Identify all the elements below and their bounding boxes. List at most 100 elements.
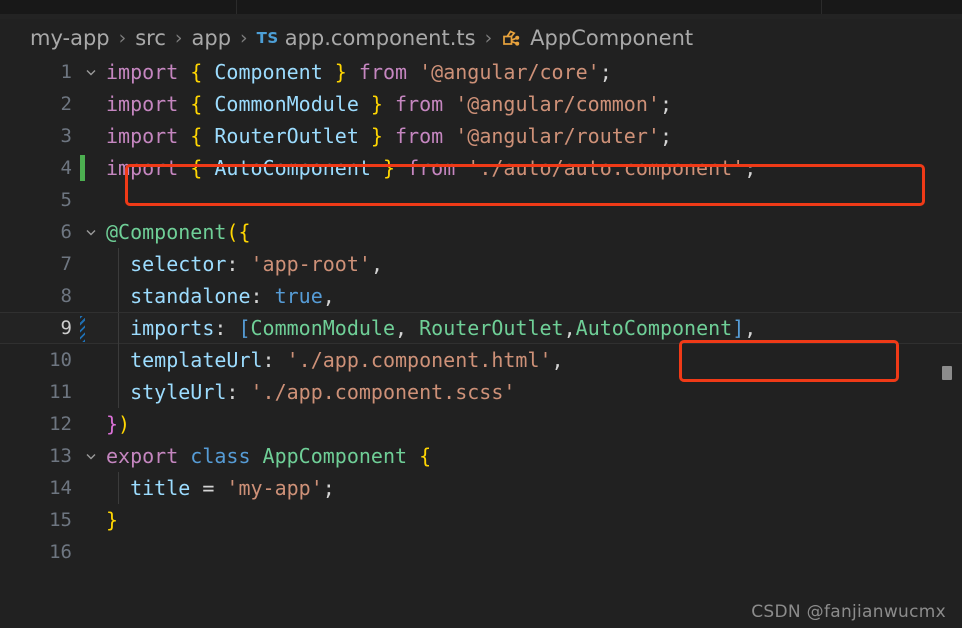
code-line[interactable]: 5	[0, 184, 962, 216]
breadcrumb-item-project[interactable]: my-app	[30, 26, 110, 50]
token-property: title	[106, 476, 191, 500]
token-punctuation: ;	[744, 156, 757, 180]
code-line[interactable]: 15 }	[0, 504, 962, 536]
token-identifier: Component	[214, 60, 323, 84]
token-boolean: true	[274, 284, 323, 308]
token-class-name: AppComponent	[262, 444, 408, 468]
tab-slot-3[interactable]	[822, 0, 962, 14]
tab-slot-1[interactable]	[0, 0, 237, 14]
breadcrumb-separator-icon: ›	[484, 26, 493, 49]
watermark: CSDN @fanjianwucmx	[751, 602, 946, 622]
token-brace: {	[238, 220, 251, 244]
line-number: 4	[60, 157, 72, 179]
breadcrumb-item-file[interactable]: app.component.ts	[285, 26, 476, 50]
code-line[interactable]: 13 export class AppComponent {	[0, 440, 962, 472]
code-content: imports: [CommonModule, RouterOutlet,Aut…	[104, 312, 962, 344]
token-brace: {	[190, 156, 215, 180]
code-line[interactable]: 8 standalone: true,	[0, 280, 962, 339]
line-number: 14	[49, 477, 72, 499]
token-punctuation: :	[262, 348, 287, 372]
code-line[interactable]: 2 import { CommonModule } from '@angular…	[0, 88, 962, 120]
line-number: 7	[60, 253, 72, 275]
token-brace: }	[358, 124, 383, 148]
token-identifier: AutoComponent	[214, 156, 371, 180]
code-content: templateUrl: './app.component.html',	[104, 344, 962, 376]
line-number: 3	[60, 125, 72, 147]
token-keyword: import	[106, 124, 191, 148]
code-line[interactable]: 1 import { Component } from '@angular/co…	[0, 56, 962, 88]
code-line[interactable]: 4 import { AutoComponent } from './auto/…	[0, 152, 962, 184]
token-keyword: from	[382, 92, 456, 116]
token-bracket: ]	[732, 316, 745, 340]
token-punctuation: ;	[659, 124, 672, 148]
breadcrumb-separator-icon: ›	[240, 26, 248, 49]
code-content: @Component({	[104, 216, 962, 248]
token-punctuation: :	[226, 380, 251, 404]
line-number: 9	[60, 317, 72, 339]
code-line[interactable]: 12 })	[0, 408, 962, 440]
gutter-added-marker	[80, 155, 85, 181]
line-number: 8	[60, 285, 72, 307]
code-line[interactable]: 7 selector: 'app-root',	[0, 248, 962, 280]
token-property: templateUrl	[106, 348, 263, 372]
editor-tab-strip[interactable]	[0, 0, 962, 14]
code-line[interactable]: 11 styleUrl: './app.component.scss'	[0, 376, 962, 408]
token-paren: )	[118, 412, 131, 436]
code-line[interactable]: 10 templateUrl: './app.component.html',	[0, 344, 962, 376]
overview-ruler-marker[interactable]	[942, 366, 952, 380]
breadcrumb-item-app[interactable]: app	[192, 26, 232, 50]
breadcrumb-item-src[interactable]: src	[135, 26, 166, 50]
token-identifier: CommonModule	[250, 316, 396, 340]
token-string: '@angular/router'	[455, 124, 660, 148]
token-string: './app.component.html'	[286, 348, 552, 372]
code-content: import { AutoComponent } from './auto/au…	[104, 152, 962, 184]
token-identifier: RouterOutlet	[419, 316, 564, 340]
token-bracket: [	[238, 316, 251, 340]
chevron-down-icon[interactable]	[78, 225, 104, 239]
chevron-down-icon[interactable]	[78, 449, 104, 463]
token-keyword: import	[106, 60, 191, 84]
code-line[interactable]: 3 import { RouterOutlet } from '@angular…	[0, 120, 962, 152]
token-brace: {	[190, 124, 215, 148]
line-number: 10	[49, 349, 72, 371]
token-punctuation: ;	[322, 476, 335, 500]
typescript-file-icon: TS	[256, 28, 279, 47]
token-property: imports	[106, 316, 215, 340]
token-punctuation: :	[214, 316, 239, 340]
token-punctuation: ;	[659, 92, 672, 116]
code-editor[interactable]: 1 import { Component } from '@angular/co…	[0, 56, 962, 628]
token-string: './app.component.scss'	[250, 380, 516, 404]
token-operator: =	[190, 476, 227, 500]
breadcrumb-item-symbol[interactable]: AppComponent	[530, 26, 693, 50]
line-number: 13	[49, 445, 72, 467]
tab-slot-2[interactable]	[237, 0, 822, 14]
token-string: '@angular/common'	[455, 92, 660, 116]
code-line[interactable]: 6 @Component({	[0, 216, 962, 248]
line-number: 2	[60, 93, 72, 115]
token-keyword: from	[395, 156, 468, 180]
chevron-down-icon[interactable]	[78, 65, 104, 79]
token-identifier: RouterOutlet	[214, 124, 359, 148]
token-punctuation: ;	[599, 60, 612, 84]
token-brace: {	[190, 92, 215, 116]
token-punctuation: ,	[370, 252, 383, 276]
line-number: 6	[60, 221, 72, 243]
token-punctuation: :	[226, 252, 251, 276]
code-content: import { Component } from '@angular/core…	[104, 56, 962, 88]
token-keyword: import	[106, 156, 191, 180]
code-line[interactable]: 16	[0, 536, 962, 568]
token-keyword: import	[106, 92, 191, 116]
token-keyword: from	[346, 60, 420, 84]
code-line-active[interactable]: 9 imports: [CommonModule, RouterOutlet,A…	[0, 312, 962, 345]
token-brace: {	[407, 444, 432, 468]
token-keyword: class	[190, 444, 263, 468]
token-punctuation: ,	[395, 316, 420, 340]
token-punctuation: :	[250, 284, 275, 308]
breadcrumb-separator-icon: ›	[118, 26, 127, 49]
line-number: 16	[49, 541, 72, 563]
token-brace: }	[106, 508, 119, 532]
code-content: selector: 'app-root',	[104, 248, 962, 280]
code-content: title = 'my-app';	[104, 472, 962, 504]
code-line[interactable]: 14 title = 'my-app';	[0, 472, 962, 504]
breadcrumb[interactable]: my-app › src › app › TS app.component.ts…	[0, 19, 962, 56]
